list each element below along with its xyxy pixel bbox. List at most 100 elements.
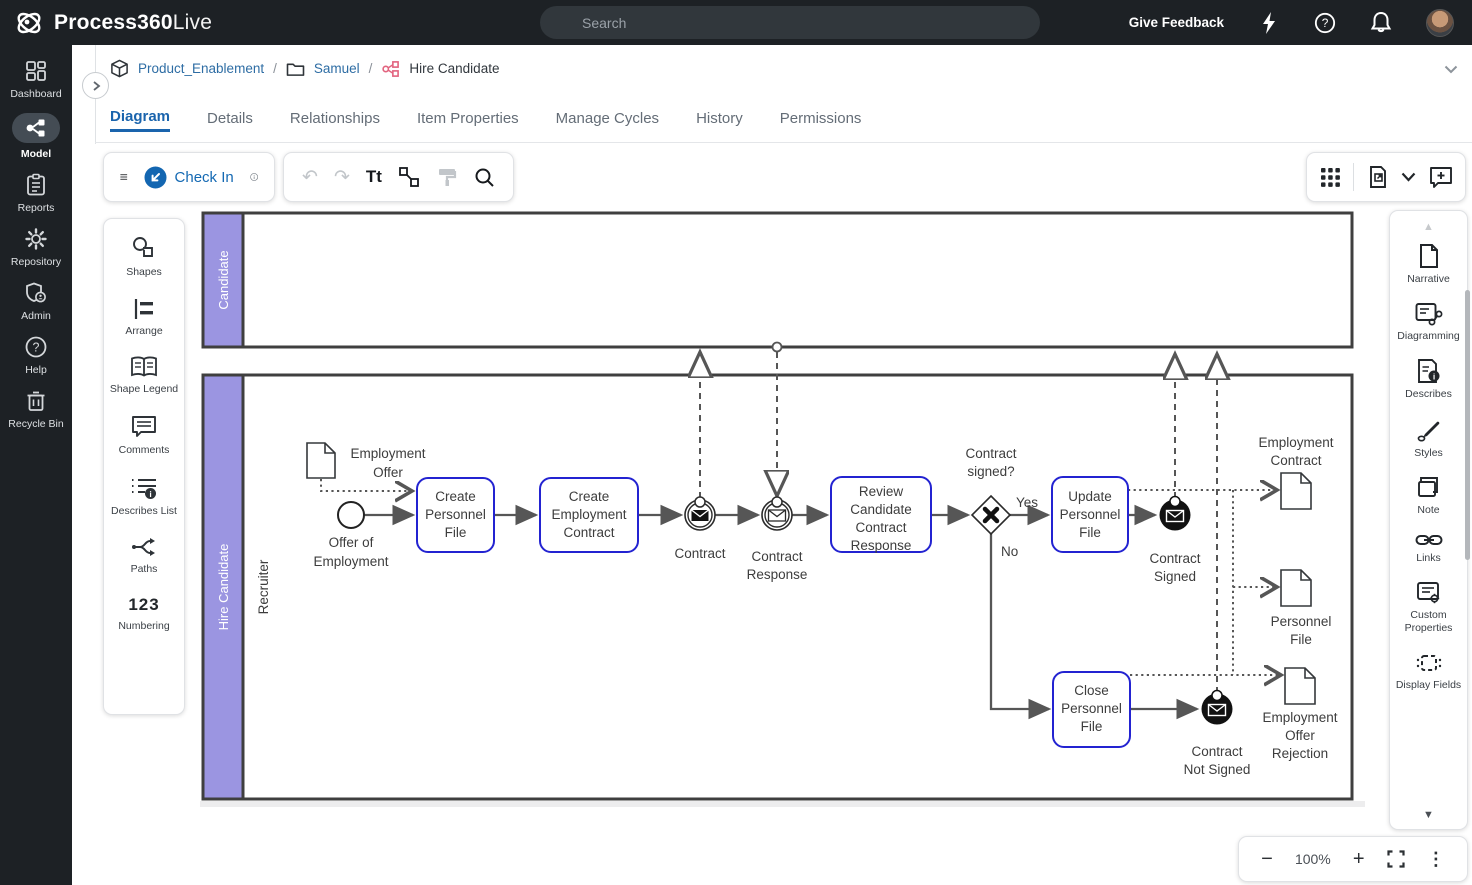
add-comment-icon[interactable] [1429, 166, 1453, 188]
svg-text:Employment: Employment [551, 507, 626, 522]
panel-custom-properties[interactable]: Custom Properties [1391, 581, 1467, 636]
tab-manage-cycles[interactable]: Manage Cycles [556, 110, 659, 131]
svg-text:Response: Response [747, 567, 808, 582]
narrative-icon [1417, 243, 1441, 269]
top-bar: Process360Live Give Feedback ? [0, 0, 1472, 45]
export-chevron-icon[interactable] [1401, 172, 1416, 182]
shape-palette: Shapes Arrange Shape Legend Comments [103, 218, 185, 715]
fullscreen-icon[interactable] [1387, 850, 1405, 868]
check-in-button[interactable]: Check In [144, 166, 234, 189]
undo-icon[interactable]: ↶ [302, 168, 318, 187]
sidebar-item-model[interactable]: Model [0, 113, 72, 160]
tab-item-properties[interactable]: Item Properties [417, 110, 519, 131]
help-icon[interactable]: ? [1314, 12, 1336, 34]
zoom-controls: − 100% + ⋮ [1238, 836, 1468, 882]
sidebar-item-help[interactable]: ? Help [0, 335, 72, 376]
tab-relationships[interactable]: Relationships [290, 110, 380, 131]
more-options-icon[interactable]: ⋮ [1427, 849, 1445, 870]
sidebar-item-admin[interactable]: Admin [0, 281, 72, 322]
give-feedback-link[interactable]: Give Feedback [1129, 15, 1224, 30]
quick-actions-icon[interactable] [1258, 12, 1280, 34]
palette-comments[interactable]: Comments [106, 415, 182, 458]
svg-text:File: File [1290, 632, 1312, 647]
breadcrumb: Product_Enablement / Samuel / Hire Candi… [110, 59, 499, 78]
breadcrumb-repository[interactable]: Product_Enablement [138, 61, 264, 76]
connector-tool-icon[interactable] [398, 166, 420, 188]
diagram-toolbar-edit: ↶ ↷ Tt [283, 152, 514, 202]
tab-diagram[interactable]: Diagram [110, 108, 170, 132]
views-grid-icon[interactable] [1320, 167, 1341, 188]
data-object-employment-contract[interactable] [1281, 473, 1311, 509]
export-diagram-icon[interactable] [1367, 165, 1389, 189]
shape-legend-icon [130, 356, 158, 378]
text-style-tool[interactable]: Tt [366, 167, 382, 187]
redo-icon[interactable]: ↷ [334, 168, 350, 187]
tab-permissions[interactable]: Permissions [780, 110, 862, 131]
svg-text:Offer: Offer [373, 465, 403, 480]
svg-text:Create: Create [569, 489, 610, 504]
zoom-in-button[interactable]: + [1353, 849, 1365, 869]
menu-icon[interactable] [120, 169, 128, 185]
tabs-divider [95, 142, 1472, 143]
panel-styles[interactable]: Styles [1391, 417, 1467, 461]
app-logo[interactable]: Process360Live [0, 8, 212, 38]
svg-text:Create: Create [435, 489, 476, 504]
main-content: Product_Enablement / Samuel / Hire Candi… [72, 45, 1472, 885]
model-icon [24, 117, 48, 139]
panel-scroll-down-icon[interactable]: ▼ [1423, 809, 1434, 821]
search-input[interactable] [540, 6, 1040, 39]
data-object-employment-offer-rejection[interactable] [1285, 668, 1315, 704]
find-shape-icon[interactable] [474, 167, 495, 188]
panel-links[interactable]: Links [1391, 532, 1467, 566]
describes-list-icon: i [131, 476, 157, 500]
svg-text:Contract: Contract [674, 546, 725, 561]
sidebar-item-reports[interactable]: Reports [0, 173, 72, 214]
sidebar-item-dashboard[interactable]: Dashboard [0, 59, 72, 100]
svg-text:Personnel: Personnel [425, 507, 486, 522]
breadcrumb-current: Hire Candidate [409, 61, 499, 76]
svg-text:Contract: Contract [1270, 453, 1321, 468]
palette-shape-legend[interactable]: Shape Legend [106, 356, 182, 397]
message-flow-source-dot [773, 343, 782, 352]
data-object-employment-offer[interactable] [307, 443, 335, 478]
panel-scroll-up-icon[interactable]: ▲ [1423, 221, 1434, 233]
notifications-icon[interactable] [1370, 12, 1392, 34]
bpmn-canvas[interactable]: Candidate Hire Candidate Recruiter Emplo… [200, 210, 1365, 816]
panel-collapse-button[interactable] [82, 72, 109, 99]
diagram-toolbar-left: Check In [103, 152, 275, 202]
breadcrumb-folder[interactable]: Samuel [314, 61, 360, 76]
describes-icon: i [1416, 358, 1442, 384]
pool-hire-candidate[interactable] [203, 375, 1352, 799]
pool-candidate[interactable] [203, 213, 1352, 347]
panel-display-fields[interactable]: Display Fields [1391, 651, 1467, 693]
palette-paths[interactable]: Paths [106, 536, 182, 577]
reports-icon [24, 173, 48, 197]
start-event-offer-of-employment[interactable] [338, 502, 364, 528]
admin-shield-icon [24, 281, 48, 305]
user-avatar[interactable] [1426, 9, 1454, 37]
format-painter-icon[interactable] [436, 166, 458, 188]
tab-details[interactable]: Details [207, 110, 253, 131]
panel-note[interactable]: Note [1391, 476, 1467, 518]
panel-describes[interactable]: i Describes [1391, 358, 1467, 402]
svg-text:Contract: Contract [1191, 744, 1242, 759]
sidebar-item-repository[interactable]: Repository [0, 227, 72, 268]
palette-describes-list[interactable]: i Describes List [106, 476, 182, 519]
palette-numbering[interactable]: 123 Numbering [106, 595, 182, 634]
svg-text:Rejection: Rejection [1272, 746, 1328, 761]
vertical-scrollbar[interactable] [1465, 290, 1470, 560]
breadcrumb-expand-icon[interactable] [1444, 65, 1458, 74]
svg-text:File: File [1081, 719, 1103, 734]
info-icon[interactable] [250, 166, 258, 188]
data-object-personnel-file[interactable] [1281, 570, 1311, 606]
gateway-label-no: No [1001, 544, 1018, 559]
zoom-out-button[interactable]: − [1261, 849, 1273, 869]
palette-shapes[interactable]: Shapes [106, 235, 182, 280]
panel-narrative[interactable]: Narrative [1391, 243, 1467, 287]
sidebar-item-recycle-bin[interactable]: Recycle Bin [0, 389, 72, 430]
svg-text:?: ? [33, 341, 40, 355]
tab-history[interactable]: History [696, 110, 743, 131]
svg-text:Personnel: Personnel [1060, 507, 1121, 522]
palette-arrange[interactable]: Arrange [106, 298, 182, 339]
panel-diagramming[interactable]: Diagramming [1391, 302, 1467, 344]
